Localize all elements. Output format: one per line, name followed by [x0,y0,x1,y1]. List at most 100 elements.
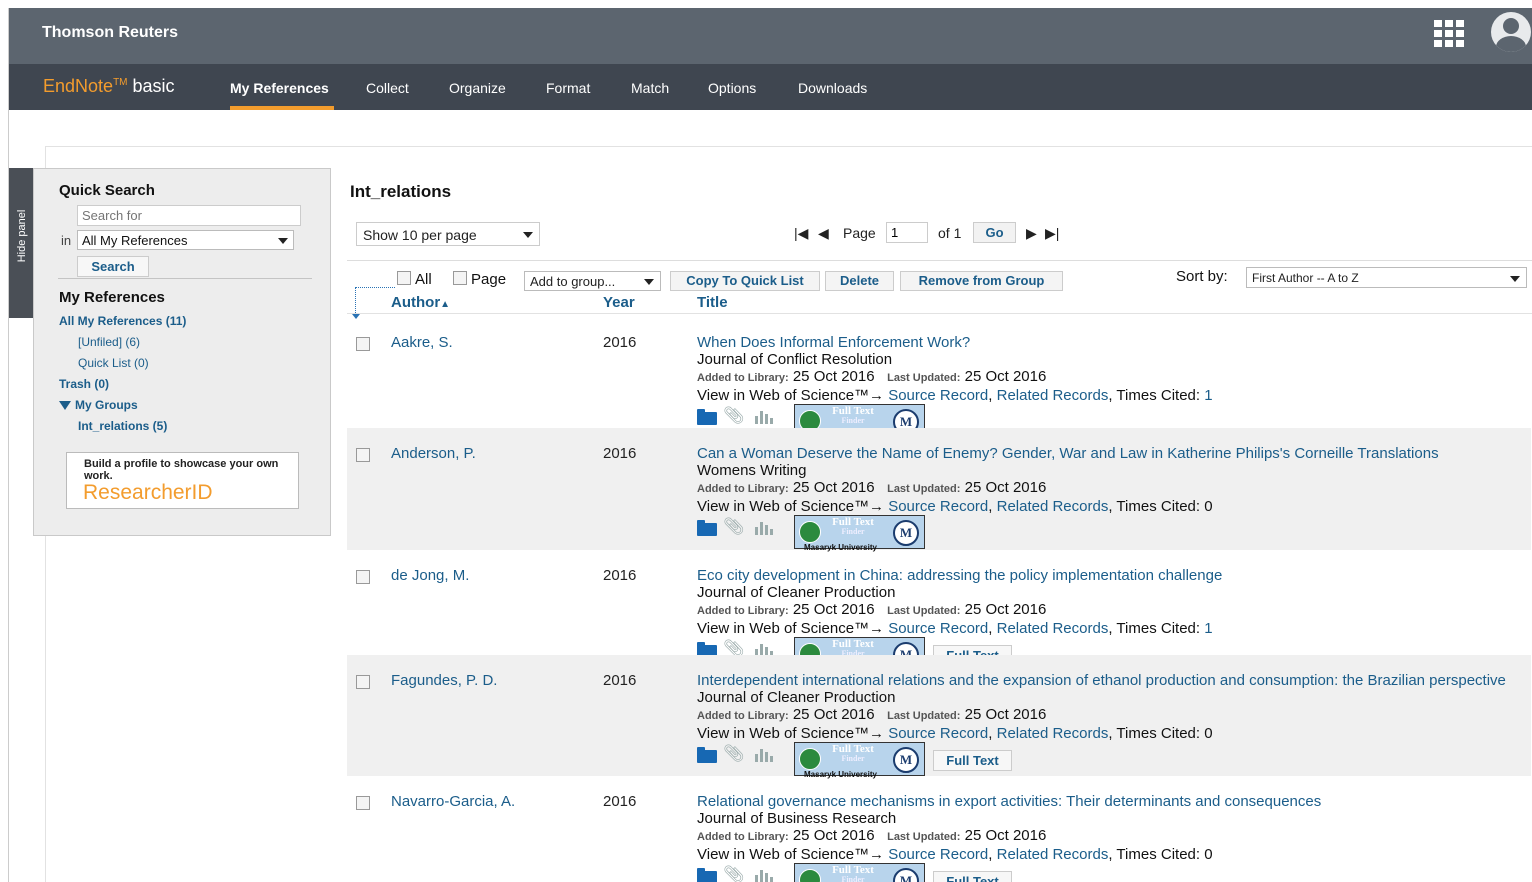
remove-from-group-button[interactable]: Remove from Group [900,271,1063,291]
reference-year: 2016 [603,672,637,689]
reference-title[interactable]: When Does Informal Enforcement Work? [697,334,1517,351]
prev-page-icon[interactable]: ◀ [818,225,829,242]
reference-author[interactable]: Anderson, P. [391,445,476,462]
related-records-link[interactable]: Related Records [997,846,1109,863]
reference-checkbox[interactable] [356,448,370,462]
header-divider [347,313,1532,314]
nav-organize[interactable]: Organize [449,80,506,96]
endnote-logo[interactable]: EndNoteTM basic [43,76,175,97]
source-record-link[interactable]: Source Record [888,498,988,515]
quick-search-button[interactable]: Search [77,256,149,277]
search-scope-select[interactable]: All My References [77,230,294,250]
sidebar-item-trash[interactable]: Trash (0) [59,377,109,391]
chevron-down-icon [644,279,654,285]
nav-collect[interactable]: Collect [366,80,409,96]
reference-checkbox[interactable] [356,796,370,810]
grid-apps-icon[interactable] [1434,20,1468,47]
sidebar-item-int-relations[interactable]: Int_relations (5) [78,419,167,433]
full-text-finder-button[interactable]: Full TextFinder Masaryk University M [794,515,925,552]
reference-title[interactable]: Can a Woman Deserve the Name of Enemy? G… [697,445,1517,462]
quick-search-input[interactable] [77,205,301,226]
page-number-input[interactable] [886,222,928,243]
select-all-indicator [352,287,395,319]
attachment-icon[interactable]: 📎︎ [723,407,745,424]
related-records-link[interactable]: Related Records [997,725,1109,742]
content-border [45,146,1532,147]
copy-to-quick-list-button[interactable]: Copy To Quick List [670,271,820,291]
attachment-icon[interactable]: 📎︎ [723,518,745,535]
folder-icon[interactable] [697,409,717,425]
reference-journal: Journal of Conflict Resolution [697,351,893,368]
sidebar-divider [58,278,312,279]
reference-checkbox[interactable] [356,675,370,689]
reference-author[interactable]: de Jong, M. [391,567,469,584]
reference-title[interactable]: Eco city development in China: addressin… [697,567,1517,584]
attachment-icon[interactable]: 📎︎ [723,866,745,882]
bar-chart-icon[interactable] [755,748,774,762]
select-page-label: Page [471,271,507,288]
globe-icon [799,869,821,882]
reference-author[interactable]: Aakre, S. [391,334,453,351]
related-records-link[interactable]: Related Records [997,620,1109,637]
times-cited-link[interactable]: 1 [1204,620,1212,637]
reference-details: Can a Woman Deserve the Name of Enemy? G… [697,445,1517,552]
column-header-author[interactable]: Author▲ [391,294,450,311]
folder-icon[interactable] [697,520,717,536]
reference-title[interactable]: Interdependent international relations a… [697,672,1517,689]
page-label: Page [843,225,876,241]
sidebar-item-my-groups[interactable]: My Groups [59,398,138,412]
bar-chart-icon[interactable] [755,521,774,535]
hide-panel-toggle[interactable]: Hide panel [9,168,33,318]
source-record-link[interactable]: Source Record [888,620,988,637]
user-avatar-icon[interactable] [1491,12,1531,52]
related-records-link[interactable]: Related Records [997,387,1109,404]
reference-author[interactable]: Navarro-Garcia, A. [391,793,515,810]
go-button[interactable]: Go [973,222,1016,243]
reference-title[interactable]: Relational governance mechanisms in expo… [697,793,1517,810]
column-header-title[interactable]: Title [697,294,728,311]
reference-actions: 📎︎ Full TextFinder Masaryk University M … [697,742,1517,779]
nav-downloads[interactable]: Downloads [798,80,867,96]
full-text-finder-label: Full Text Finder [832,743,874,764]
reference-journal: Journal of Cleaner Production [697,584,896,601]
per-page-select[interactable]: Show 10 per page [356,222,540,246]
full-text-button[interactable]: Full Text [933,871,1012,882]
next-page-icon[interactable]: ▶ [1026,225,1037,242]
web-of-science-links: View in Web of Science™→ Source Record, … [697,498,1213,515]
delete-button[interactable]: Delete [825,271,894,291]
related-records-link[interactable]: Related Records [997,498,1109,515]
university-seal-icon: M [893,747,919,773]
last-page-icon[interactable]: ▶| [1045,225,1059,242]
reference-checkbox[interactable] [356,337,370,351]
nav-format[interactable]: Format [546,80,590,96]
bar-chart-icon[interactable] [755,410,774,424]
sidebar-item-quick-list[interactable]: Quick List (0) [78,356,149,370]
full-text-finder-button[interactable]: Full TextFinder Masaryk University M [794,863,925,882]
sort-select[interactable]: First Author -- A to Z [1246,267,1527,288]
researcherid-promo[interactable]: Build a profile to showcase your own wor… [66,452,299,509]
attachment-icon[interactable]: 📎︎ [723,745,745,762]
sidebar-item-unfiled[interactable]: [Unfiled] (6) [78,335,140,349]
bar-chart-icon[interactable] [755,869,774,882]
times-cited-value: 0 [1204,846,1213,863]
folder-icon[interactable] [697,747,717,763]
reference-author[interactable]: Fagundes, P. D. [391,672,497,689]
full-text-button[interactable]: Full Text [933,750,1012,771]
select-page-checkbox[interactable] [453,271,467,285]
add-to-group-select[interactable]: Add to group... [524,271,661,291]
source-record-link[interactable]: Source Record [888,387,988,404]
select-all-checkbox[interactable] [397,271,411,285]
sort-up-icon: ▲ [440,299,451,310]
nav-match[interactable]: Match [631,80,669,96]
sidebar-item-all-references[interactable]: All My References (11) [59,314,186,328]
nav-options[interactable]: Options [708,80,756,96]
full-text-finder-button[interactable]: Full TextFinder Masaryk University M [794,742,925,779]
source-record-link[interactable]: Source Record [888,725,988,742]
column-header-year[interactable]: Year [603,294,635,311]
first-page-icon[interactable]: |◀ [794,225,808,242]
reference-checkbox[interactable] [356,570,370,584]
source-record-link[interactable]: Source Record [888,846,988,863]
times-cited-link[interactable]: 1 [1204,387,1212,404]
folder-icon[interactable] [697,868,717,882]
nav-my-references[interactable]: My References [230,80,329,96]
